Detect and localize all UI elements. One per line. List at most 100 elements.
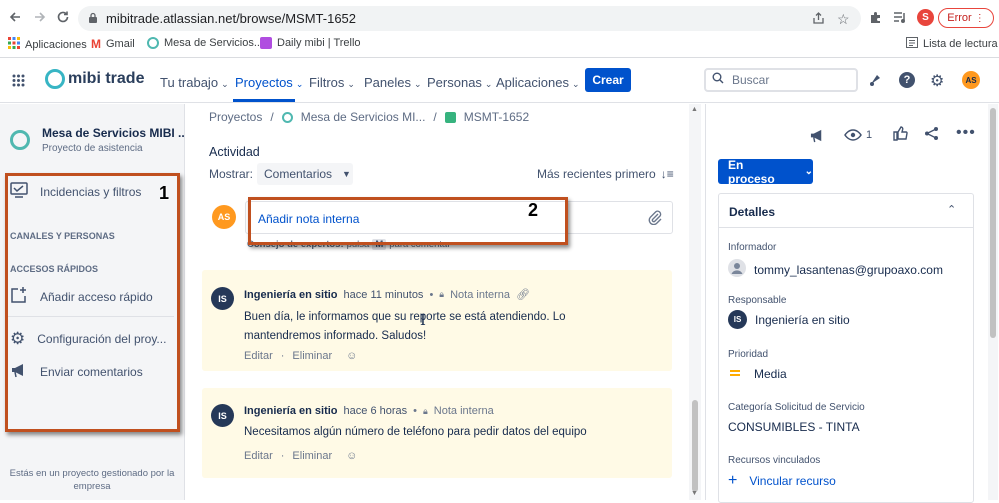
emoji-reaction-icon[interactable]: ☺ [346,350,357,362]
nav-filtros[interactable]: Filtros ⌄ [309,75,355,90]
emoji-reaction-icon[interactable]: ☺ [346,450,357,462]
error-button[interactable]: Error ⋮ [938,8,994,28]
reporter-value[interactable]: tommy_lasantenas@grupoaxo.com [728,259,943,280]
assignee-value[interactable]: IS Ingeniería en sitio [728,310,850,329]
comment-visibility: Nota interna [433,405,494,417]
project-avatar-icon [10,130,30,150]
nav-proyectos[interactable]: Proyectos ⌄ [235,75,303,90]
chevron-down-icon: ⌄ [484,79,493,89]
category-value[interactable]: CONSUMIBLES - TINTA [728,420,860,434]
more-options-icon[interactable]: ••• [956,124,976,142]
comment-body: Necesitamos algún número de teléfono par… [244,426,587,438]
comment-edit[interactable]: Editar [244,350,273,362]
issue-right-panel: 1 ••• En proceso ⌄ Detalles ⌃ Informador … [705,104,999,503]
user-avatar[interactable]: AS [962,71,980,89]
address-bar[interactable]: mibitrade.atlassian.net/browse/MSMT-1652… [78,6,861,31]
comment-avatar: IS [211,287,234,310]
issue-type-icon [444,111,456,123]
app-switcher-icon[interactable] [12,74,25,92]
comment-item: IS Ingeniería en sitio hace 6 horas • 🔒︎… [202,388,672,478]
comment-header: Ingeniería en sitio hace 6 horas • 🔒︎ No… [244,405,494,417]
scroll-down-icon[interactable]: ▼ [691,490,698,497]
star-icon[interactable]: ☆ [837,11,850,28]
search-input[interactable]: Buscar [704,68,858,92]
plus-icon: + [728,472,738,489]
browser-chrome: mibitrade.atlassian.net/browse/MSMT-1652… [0,0,999,58]
nav-tu-trabajo[interactable]: Tu trabajo ⌄ [160,75,229,90]
breadcrumb-project[interactable]: Mesa de Servicios MI... [301,110,426,124]
bookmarks-bar: Aplicaciones M Gmail Mesa de Servicios..… [0,34,999,56]
comment-author[interactable]: Ingeniería en sitio [244,405,338,417]
assignee-avatar: IS [728,310,747,329]
apps-grid-icon [8,37,20,52]
more-vert-icon: ⋮ [974,12,985,24]
create-button[interactable]: Crear [585,68,631,92]
nav-active-underline [233,99,295,102]
text-cursor-icon: I [420,311,426,329]
comment-delete[interactable]: Eliminar [292,350,332,362]
details-title: Detalles [729,205,776,219]
back-icon[interactable] [8,10,22,24]
share-icon[interactable] [812,12,825,25]
media-icon[interactable] [893,11,907,24]
link-resource-button[interactable]: + Vincular recurso [728,472,836,490]
url-text: mibitrade.atlassian.net/browse/MSMT-1652 [106,11,357,26]
show-filter-select[interactable]: Comentarios ▼ [257,163,353,185]
attachment-icon[interactable] [648,209,662,229]
comment-delete[interactable]: Eliminar [292,450,332,462]
comment-item: IS Ingeniería en sitio hace 11 minutos •… [202,270,672,371]
lock-icon: 🔒︎ [423,405,428,416]
help-icon[interactable]: ? [899,72,915,88]
nav-aplicaciones[interactable]: Aplicaciones ⌄ [496,75,580,90]
current-user-avatar: AS [212,205,236,229]
thumbs-up-icon[interactable] [893,126,908,146]
feedback-megaphone-icon[interactable] [809,128,826,148]
bookmark-gmail[interactable]: M Gmail [91,37,135,51]
bookmark-service-desk[interactable]: Mesa de Servicios... [147,37,263,49]
breadcrumb-project-icon [281,111,293,123]
chevron-down-icon: ⌄ [804,166,813,177]
mibi-logo[interactable]: mibi trade [45,69,144,89]
main-scrollbar[interactable]: ▲ ▼ [689,104,701,500]
sort-toggle[interactable]: Más recientes primero ↓≡ [537,167,674,181]
comment-author[interactable]: Ingeniería en sitio [244,289,338,301]
share-icon[interactable] [924,126,939,146]
nav-paneles[interactable]: Paneles ⌄ [364,75,422,90]
settings-gear-icon[interactable]: ⚙ [930,71,944,91]
project-header[interactable]: Mesa de Servicios MIBI ... Proyecto de a… [10,126,188,154]
comment-edit[interactable]: Editar [244,450,273,462]
chevron-up-icon[interactable]: ⌃ [947,203,956,216]
chevron-down-icon: ⌄ [221,79,229,89]
reading-list[interactable]: Lista de lectura [906,37,998,51]
activity-title: Actividad [209,145,260,159]
reading-list-icon [906,37,918,51]
breadcrumb-proyectos[interactable]: Proyectos [209,110,262,124]
watchers-eye-icon[interactable] [844,128,862,146]
link-icon[interactable]: 🔗︎ [516,288,530,301]
reload-icon[interactable] [56,10,70,24]
right-scrollbar[interactable] [988,104,998,500]
callout-number-2: 2 [528,200,539,220]
notifications-icon[interactable] [868,73,882,92]
status-button[interactable]: En proceso ⌄ [718,158,813,186]
issue-main: Proyectos / Mesa de Servicios MI... / MS… [185,104,705,500]
priority-value[interactable]: Media [728,367,787,381]
scroll-up-icon[interactable]: ▲ [691,106,698,113]
forward-icon[interactable] [33,10,47,24]
breadcrumb-issue[interactable]: MSMT-1652 [464,110,529,124]
chevron-down-icon: ⌄ [413,79,422,89]
breadcrumb: Proyectos / Mesa de Servicios MI... / MS… [209,110,530,124]
profile-avatar[interactable]: S [917,9,934,26]
scroll-thumb[interactable] [692,400,698,492]
nav-personas[interactable]: Personas ⌄ [427,75,492,90]
comment-avatar: IS [211,404,234,427]
comment-visibility: Nota interna [450,288,511,301]
trello-icon [260,37,272,49]
details-header[interactable]: Detalles ⌃ [719,194,973,228]
lock-icon: 🔒︎ [439,289,445,299]
project-name: Mesa de Servicios MIBI ... [42,126,189,140]
right-scroll-thumb[interactable] [990,108,996,338]
extensions-icon[interactable] [869,11,882,24]
bookmark-trello[interactable]: Daily mibi | Trello [260,37,361,49]
bookmark-apps[interactable]: Aplicaciones [8,37,87,52]
